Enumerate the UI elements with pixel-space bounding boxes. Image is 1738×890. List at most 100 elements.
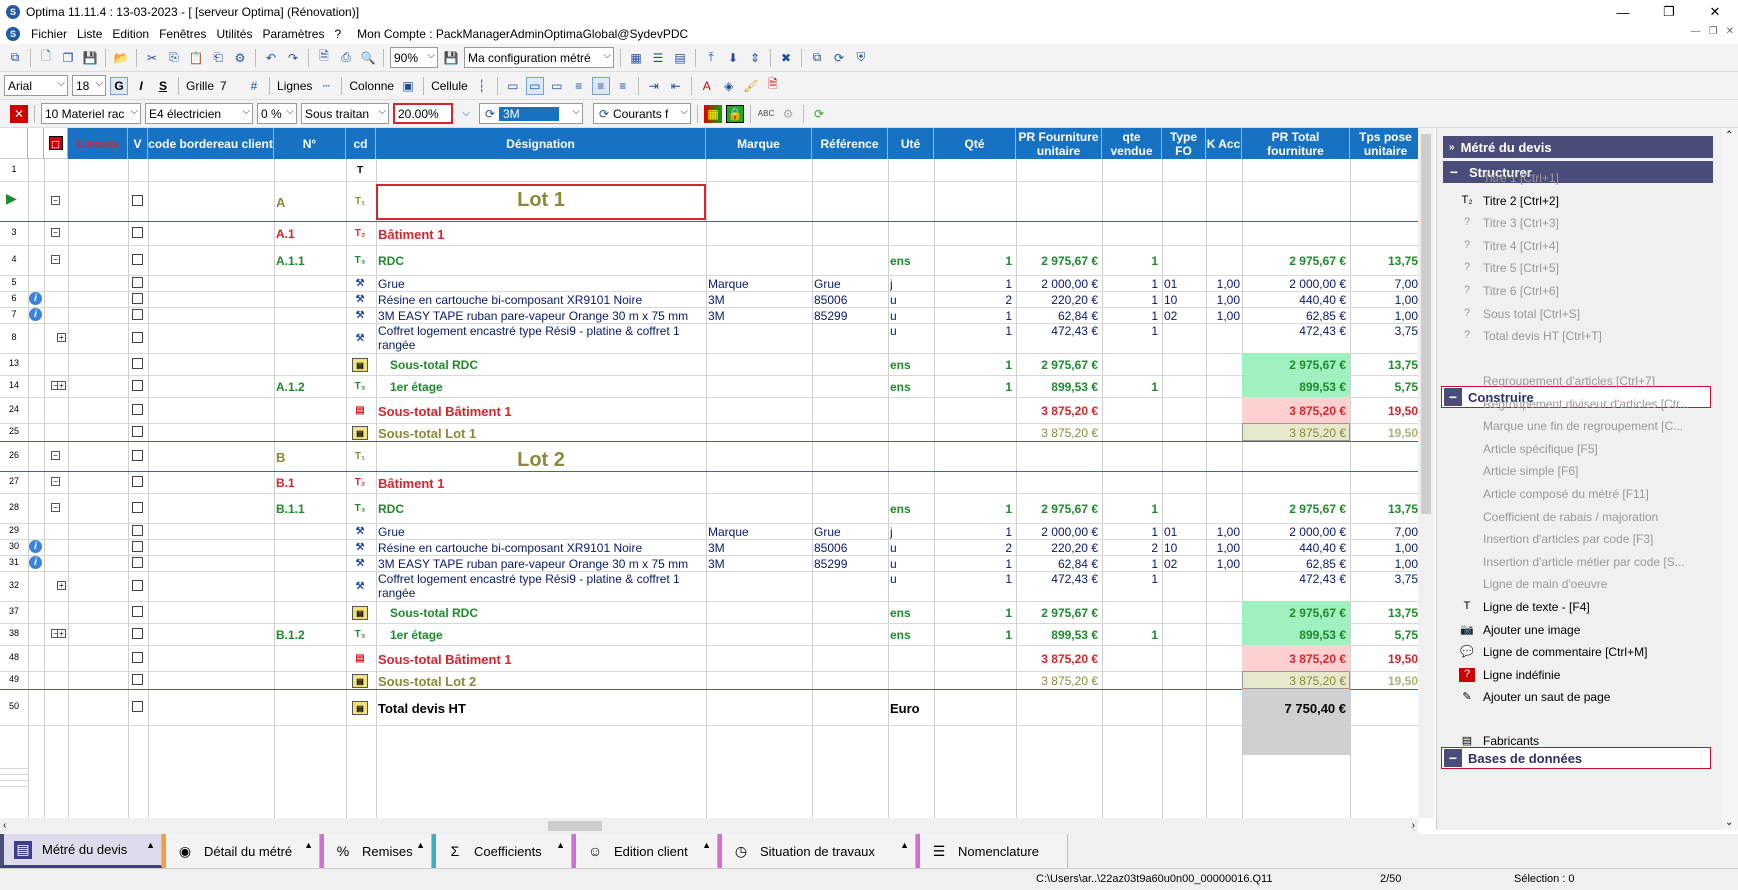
scroll-down-icon[interactable]: ⌄ (1725, 817, 1733, 828)
scroll-up-icon[interactable]: ⌃ (1725, 130, 1733, 141)
outdent-icon[interactable]: ⇤ (667, 77, 685, 95)
col-tps-pose[interactable]: Tps pose unitaire (1350, 128, 1418, 159)
row-checkbox[interactable] (132, 277, 143, 288)
refresh-icon[interactable]: ⟳ (810, 105, 828, 123)
row-pr-total[interactable]: 472,43 € (1242, 572, 1346, 586)
list-icon[interactable]: ☰ (649, 49, 667, 67)
collapse-toggle[interactable]: − (51, 255, 60, 264)
row-pr-total[interactable]: 62,85 € (1242, 557, 1346, 571)
row-quantity[interactable]: 1 (934, 572, 1012, 586)
row-reference[interactable]: 85006 (814, 541, 886, 555)
info-icon[interactable]: i (29, 292, 42, 305)
row-k-acc[interactable]: 1,00 (1206, 541, 1240, 555)
row-quantity[interactable]: 1 (934, 358, 1012, 372)
row-pr-unit[interactable]: 3 875,20 € (1016, 674, 1098, 688)
row-pr-total[interactable]: 2 000,00 € (1242, 277, 1346, 291)
row-unit[interactable]: j (890, 277, 932, 291)
row-unit[interactable]: ens (890, 502, 932, 516)
row-pr-unit[interactable]: 472,43 € (1016, 324, 1098, 338)
move-down-icon[interactable]: ⬇ (724, 49, 742, 67)
menu-account[interactable]: Mon Compte : PackManagerAdminOptimaGloba… (352, 27, 693, 41)
row-time-pose[interactable]: 7,00 (1350, 277, 1418, 291)
cut-icon[interactable]: ✂ (143, 49, 161, 67)
row-pr-unit[interactable]: 3 875,20 € (1016, 404, 1098, 418)
row-time-pose[interactable]: 19,50 (1350, 674, 1418, 688)
panel-item[interactable]: T₂ Titre 2 [Ctrl+2] (1462, 194, 1559, 208)
horizontal-scrollbar[interactable]: ‹ › (0, 818, 1418, 834)
grid-icon[interactable]: # (245, 77, 263, 95)
tools-icon[interactable]: ✖ (777, 49, 795, 67)
panel-scrollbar[interactable]: ⌃ ⌄ (1722, 128, 1738, 830)
panel-item[interactable]: ? Sous total [Ctrl+S] (1464, 307, 1580, 321)
row-unit[interactable]: u (890, 572, 932, 586)
row-reference[interactable]: Grue (814, 525, 886, 539)
row-pr-total[interactable]: 2 975,67 € (1242, 254, 1346, 268)
row-number[interactable]: 27 (0, 476, 28, 486)
expand-toggle[interactable]: + (57, 333, 66, 342)
row-pr-unit[interactable]: 62,84 € (1016, 557, 1098, 571)
grille-value[interactable]: 7 (220, 79, 240, 93)
row-designation[interactable]: 3M EASY TAPE ruban pare-vapeur Orange 30… (378, 557, 704, 571)
save-config-icon[interactable]: 💾 (442, 49, 460, 67)
row-pr-unit[interactable]: 899,53 € (1016, 628, 1098, 642)
col-cd[interactable]: cd (346, 128, 376, 159)
redo-icon[interactable]: ↷ (284, 49, 302, 67)
vscroll-thumb[interactable] (1421, 134, 1431, 514)
row-number[interactable]: 4 (0, 254, 28, 264)
row-checkbox[interactable] (132, 628, 143, 639)
format-reset-icon[interactable]: 🗎 (764, 77, 782, 95)
panel-item[interactable]: Insertion d'article métier par code [S..… (1483, 555, 1685, 569)
row-time-pose[interactable]: 1,00 (1350, 541, 1418, 555)
row-qty-sold[interactable]: 1 (1102, 277, 1158, 291)
row-time-pose[interactable]: 3,75 (1350, 572, 1418, 586)
row-designation[interactable]: Coffret logement encastré type Rési9 - p… (378, 324, 704, 338)
courants-select[interactable]: ⟳ Courants f ⌵ (593, 103, 691, 124)
row-time-pose[interactable]: 13,75 (1350, 358, 1418, 372)
panel-item[interactable]: ▤ Fabricants (1462, 734, 1539, 748)
row-k-acc[interactable]: 1,00 (1206, 277, 1240, 291)
row-pr-total[interactable]: 62,85 € (1242, 309, 1346, 323)
menu-utilites[interactable]: Utilités (211, 27, 257, 41)
row-number[interactable]: 49 (0, 674, 28, 684)
save-icon[interactable]: 💾 (81, 49, 99, 67)
panel-item[interactable]: T Ligne de texte - [F4] (1464, 600, 1590, 614)
row-checkbox[interactable] (132, 557, 143, 568)
row-qty-sold[interactable]: 1 (1102, 324, 1158, 338)
row-reference[interactable]: 85299 (814, 557, 886, 571)
row-time-pose[interactable]: 7,00 (1350, 525, 1418, 539)
border-middle-icon[interactable]: ▭ (525, 76, 544, 95)
col-qte[interactable]: Qté (934, 128, 1016, 159)
panel-item[interactable]: Insertion d'articles par code [F3] (1483, 532, 1653, 546)
menu-fichier[interactable]: Fichier (26, 27, 72, 41)
row-qty-sold[interactable]: 1 (1102, 254, 1158, 268)
row-marque[interactable]: 3M (708, 541, 808, 555)
panel-item[interactable]: Article spécifique [F5] (1483, 442, 1598, 456)
tool-icon[interactable]: ⬚ (48, 136, 63, 150)
row-pr-total[interactable]: 472,43 € (1242, 324, 1346, 338)
row-number[interactable]: 29 (0, 525, 28, 535)
row-designation[interactable]: Sous-total RDC (390, 606, 716, 620)
row-designation[interactable]: 1er étage (390, 380, 716, 394)
tab-remises[interactable]: % Remises ▲ (320, 834, 432, 868)
panel-item[interactable]: ? Ligne indéfinie (1459, 667, 1560, 682)
row-unit[interactable]: u (890, 541, 932, 555)
row-type-fo[interactable]: 10 (1164, 293, 1204, 307)
vertical-scrollbar[interactable] (1418, 128, 1434, 818)
row-quantity[interactable]: 1 (934, 606, 1012, 620)
menu-logo-icon[interactable]: S (6, 27, 20, 41)
duplicate-icon[interactable]: ⧉ (808, 49, 826, 67)
row-time-pose[interactable]: 1,00 (1350, 309, 1418, 323)
row-unit[interactable]: ens (890, 358, 932, 372)
row-designation[interactable]: RDC (378, 502, 704, 516)
new-document-icon[interactable]: 🗋 (37, 49, 55, 67)
row-time-pose[interactable]: 5,75 (1350, 628, 1418, 642)
row-quantity[interactable]: 1 (934, 628, 1012, 642)
row-designation[interactable]: Sous-total Lot 1 (378, 426, 704, 441)
row-marque[interactable]: 3M (708, 557, 808, 571)
row-designation[interactable]: Sous-total Lot 2 (378, 674, 704, 689)
row-k-acc[interactable]: 1,00 (1206, 309, 1240, 323)
close-button[interactable]: ✕ (1692, 0, 1738, 24)
maximize-button[interactable]: ❐ (1646, 0, 1692, 24)
row-time-pose[interactable]: 1,00 (1350, 557, 1418, 571)
row-quantity[interactable]: 1 (934, 277, 1012, 291)
